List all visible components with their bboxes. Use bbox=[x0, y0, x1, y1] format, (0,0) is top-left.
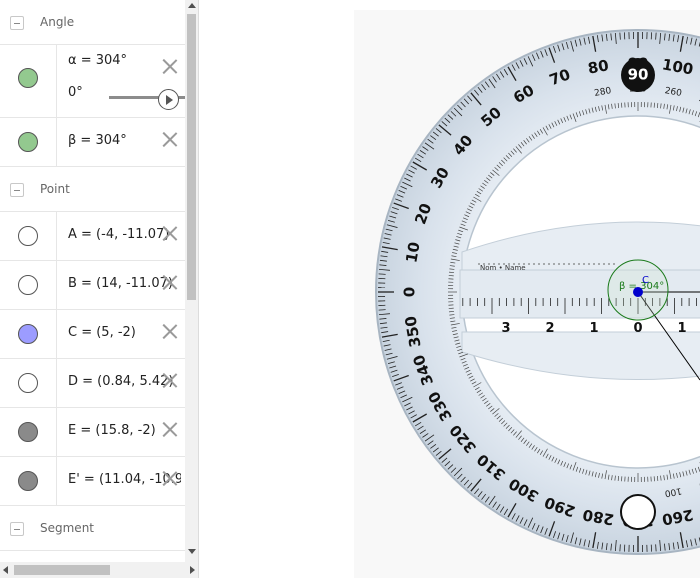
point-c[interactable] bbox=[633, 287, 643, 297]
name-field-label: Nom • Name bbox=[480, 264, 526, 272]
delete-icon[interactable] bbox=[161, 130, 179, 148]
protractor-90-label: 90 bbox=[628, 66, 649, 84]
scroll-left-icon[interactable] bbox=[3, 566, 8, 574]
algebra-item-point-e-prime[interactable]: E' = (11.04, -10.95) bbox=[0, 457, 185, 506]
scrollbar-thumb[interactable] bbox=[14, 565, 110, 575]
algebra-item-point-b[interactable]: B = (14, -11.07) bbox=[0, 261, 185, 310]
delete-icon[interactable] bbox=[161, 224, 179, 242]
protractor-270-badge bbox=[620, 494, 656, 530]
group-label: Segment bbox=[40, 521, 94, 535]
group-header-angle[interactable]: Angle bbox=[0, 0, 185, 45]
marble-cell bbox=[0, 359, 57, 407]
marble-cell bbox=[0, 261, 57, 309]
algebra-item-point-a[interactable]: A = (-4, -11.07) bbox=[0, 212, 185, 261]
marble-cell bbox=[0, 310, 57, 358]
algebra-item-point-c[interactable]: C = (5, -2) bbox=[0, 310, 185, 359]
protractor-degree-label: 0 bbox=[401, 287, 419, 297]
group-label: Angle bbox=[40, 15, 75, 29]
marble-cell bbox=[0, 118, 57, 166]
ruler-number: 2 bbox=[545, 321, 554, 336]
visibility-toggle-icon[interactable] bbox=[18, 68, 38, 88]
ruler-number: 1 bbox=[677, 321, 686, 336]
algebra-list: Angle α = 304° 0° β = 304° Point A = (-4… bbox=[0, 0, 185, 551]
geogebra-app: Angle α = 304° 0° β = 304° Point A = (-4… bbox=[0, 0, 700, 578]
ruler-number: 3 bbox=[501, 321, 510, 336]
delete-icon[interactable] bbox=[161, 469, 179, 487]
visibility-toggle-icon[interactable] bbox=[18, 132, 38, 152]
visibility-toggle-icon[interactable] bbox=[18, 422, 38, 442]
group-header-segment[interactable]: Segment bbox=[0, 506, 185, 551]
algebra-item-beta[interactable]: β = 304° bbox=[0, 118, 185, 167]
marble-cell bbox=[0, 212, 57, 260]
marble-cell bbox=[0, 408, 57, 456]
protractor-degree-label: 80 bbox=[586, 56, 610, 77]
delete-icon[interactable] bbox=[161, 371, 179, 389]
protractor-degree-label: 10 bbox=[402, 240, 423, 264]
scroll-up-icon[interactable] bbox=[188, 3, 196, 8]
visibility-toggle-icon[interactable] bbox=[18, 275, 38, 295]
slider-min-label: 0° bbox=[68, 85, 83, 100]
point-c-label[interactable]: C bbox=[642, 275, 649, 286]
visibility-toggle-icon[interactable] bbox=[18, 324, 38, 344]
delete-icon[interactable] bbox=[161, 420, 179, 438]
algebra-item-alpha[interactable]: α = 304° 0° bbox=[0, 45, 185, 118]
collapse-icon[interactable] bbox=[10, 522, 24, 536]
group-label: Point bbox=[40, 182, 70, 196]
horizontal-scrollbar[interactable] bbox=[0, 562, 198, 578]
collapse-icon[interactable] bbox=[10, 183, 24, 197]
marble-cell bbox=[0, 45, 57, 117]
algebra-item-point-d[interactable]: D = (0.84, 5.42) bbox=[0, 359, 185, 408]
graphics-canvas[interactable]: 0102030405060708090100260270280290300310… bbox=[206, 0, 700, 578]
marble-cell bbox=[0, 457, 57, 505]
scroll-right-icon[interactable] bbox=[190, 566, 195, 574]
visibility-toggle-icon[interactable] bbox=[18, 226, 38, 246]
play-animation-icon[interactable] bbox=[158, 89, 179, 110]
delete-icon[interactable] bbox=[161, 57, 179, 75]
visibility-toggle-icon[interactable] bbox=[18, 373, 38, 393]
algebra-view: Angle α = 304° 0° β = 304° Point A = (-4… bbox=[0, 0, 199, 578]
graphics-view[interactable]: 0102030405060708090100260270280290300310… bbox=[206, 0, 700, 578]
group-header-point[interactable]: Point bbox=[0, 167, 185, 212]
algebra-item-point-e[interactable]: E = (15.8, -2) bbox=[0, 408, 185, 457]
ruler-number: 0 bbox=[633, 321, 642, 336]
visibility-toggle-icon[interactable] bbox=[18, 471, 38, 491]
delete-icon[interactable] bbox=[161, 273, 179, 291]
ruler-number: 1 bbox=[589, 321, 598, 336]
scroll-down-icon[interactable] bbox=[188, 549, 196, 554]
collapse-icon[interactable] bbox=[10, 16, 24, 30]
scrollbar-thumb[interactable] bbox=[187, 14, 196, 300]
delete-icon[interactable] bbox=[161, 322, 179, 340]
vertical-scrollbar[interactable] bbox=[185, 0, 198, 562]
